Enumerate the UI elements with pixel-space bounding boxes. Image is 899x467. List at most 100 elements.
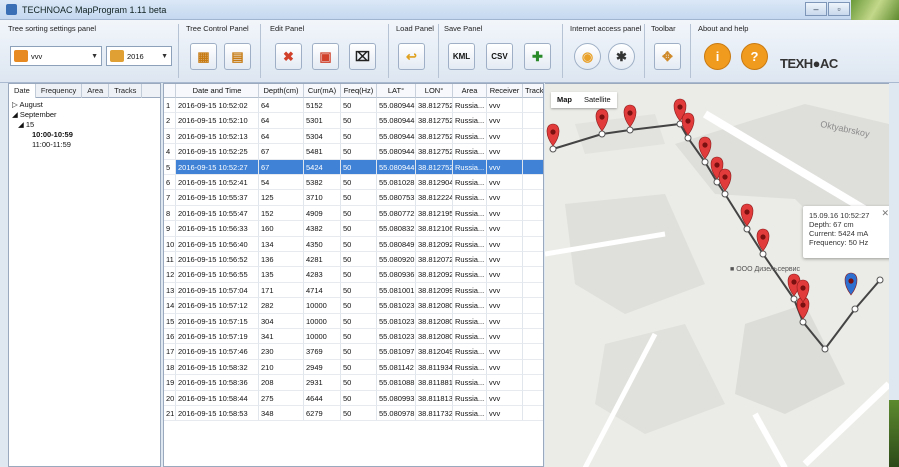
maximize-button[interactable]: ▫ xyxy=(828,2,850,16)
table-row[interactable]: 4 2016-09-15 10:52:25 67 5481 50 55.080944 38.… xyxy=(164,144,543,160)
table-cell: vvv xyxy=(487,128,523,145)
info-depth: Depth: 67 cm xyxy=(809,220,854,229)
map-marker-icon-dot xyxy=(599,114,605,120)
about-button[interactable]: i xyxy=(704,43,731,70)
tab-date[interactable]: Date xyxy=(9,84,36,98)
table-row[interactable]: 13 2016-09-15 10:57:04 171 4714 50 55.081001 3… xyxy=(164,282,543,299)
track-point xyxy=(759,250,767,258)
table-cell: 54 xyxy=(259,175,304,191)
year-value: 2016 xyxy=(127,51,144,61)
tab-frequency[interactable]: Frequency xyxy=(36,84,83,98)
column-header[interactable]: Freq(Hz) xyxy=(341,84,377,98)
tree-node[interactable]: 10:00-10:59 xyxy=(12,130,157,140)
table-cell: vvv xyxy=(487,282,523,299)
help-button[interactable]: ? xyxy=(741,43,768,70)
internet-settings-button[interactable]: ✱ xyxy=(608,43,635,70)
close-icon[interactable]: ✕ xyxy=(881,209,889,218)
add-point-button[interactable]: ✚ xyxy=(524,43,551,70)
table-cell: 2016-09-15 10:56:40 xyxy=(176,236,259,252)
table-row[interactable]: 10 2016-09-15 10:56:40 134 4350 50 55.080849 3… xyxy=(164,236,543,252)
table-row[interactable]: 12 2016-09-15 10:56:55 135 4283 50 55.080936 3… xyxy=(164,267,543,283)
map-type-map[interactable]: Map xyxy=(551,92,578,108)
table-row[interactable]: 2 2016-09-15 10:52:10 64 5301 50 55.080944 38.… xyxy=(164,113,543,129)
table-cell: 5304 xyxy=(304,128,341,145)
table-row[interactable]: 3 2016-09-15 10:52:13 64 5304 50 55.080944 38.… xyxy=(164,128,543,145)
table-row[interactable]: 7 2016-09-15 10:55:37 125 3710 50 55.080753 38… xyxy=(164,190,543,206)
table-cell: 50 xyxy=(341,375,377,391)
receiver-select[interactable]: vvv ▼ xyxy=(10,46,102,66)
tree-node[interactable]: ▷ August xyxy=(12,100,157,110)
table-row[interactable]: 21 2016-09-15 10:58:53 348 6279 50 55.080978 3… xyxy=(164,406,543,422)
poi-label: ■ ООО Дизельсервис xyxy=(730,266,801,273)
table-row[interactable]: 11 2016-09-15 10:56:52 136 4281 50 55.080920 3… xyxy=(164,252,543,268)
table-cell: Russia... xyxy=(453,375,487,391)
table-row[interactable]: 1 2016-09-15 10:52:02 64 5152 50 55.080944 38.… xyxy=(164,98,543,114)
table-row[interactable]: 18 2016-09-15 10:58:32 210 2949 50 55.081142 3… xyxy=(164,359,543,376)
column-header[interactable]: Receiver xyxy=(487,84,523,98)
map-marker-icon-dot xyxy=(744,209,750,215)
table-cell: Russia... xyxy=(453,252,487,268)
column-header[interactable]: LAT° xyxy=(377,84,416,98)
track-point xyxy=(821,345,829,353)
table-cell: 2016-09-15 10:52:02 xyxy=(176,98,259,114)
table-cell: 55.081023 xyxy=(377,298,416,314)
online-map-button[interactable]: ◉ xyxy=(574,43,601,70)
table-cell: vvv xyxy=(487,98,523,114)
table-row[interactable]: 16 2016-09-15 10:57:19 341 10000 50 55.081023… xyxy=(164,329,543,345)
desktop-background xyxy=(851,0,899,20)
column-header[interactable]: Trackl xyxy=(523,84,543,98)
table-row[interactable]: 19 2016-09-15 10:58:36 208 2931 50 55.081088 3… xyxy=(164,375,543,391)
column-header[interactable]: Date and Time xyxy=(176,84,259,98)
kml-icon: KML xyxy=(452,52,471,61)
table-cell: 50 xyxy=(341,221,377,237)
table-row[interactable]: 6 2016-09-15 10:52:41 54 5382 50 55.081028 38.… xyxy=(164,175,543,191)
tree-node[interactable]: ◢ 15 xyxy=(12,120,157,130)
column-header[interactable]: LON° xyxy=(416,84,453,98)
table-cell: 2949 xyxy=(304,359,341,376)
table-cell: Russia... xyxy=(453,236,487,252)
edit-track-button[interactable]: ⌧ xyxy=(349,43,376,70)
table-cell: 9 xyxy=(164,221,176,237)
table-cell: 50 xyxy=(341,236,377,252)
save-csv-button[interactable]: CSV xyxy=(486,43,513,70)
table-row[interactable]: 8 2016-09-15 10:55:47 152 4909 50 55.080772 38… xyxy=(164,205,543,222)
map-type-satellite[interactable]: Satellite xyxy=(578,92,617,108)
collapse-tree-button[interactable]: ▤ xyxy=(224,43,251,70)
table-row[interactable]: 15 2016-09-15 10:57:15 304 10000 50 55.081023… xyxy=(164,313,543,329)
toolbar-settings-button[interactable]: ✥ xyxy=(654,43,681,70)
measurement-table: Date and Time Depth(cm) Cur(mA) Freq(Hz) LAT… xyxy=(163,83,544,467)
table-row[interactable]: 5 2016-09-15 10:52:27 67 5424 50 55.080944 38.… xyxy=(164,159,543,175)
receiver-icon xyxy=(14,50,28,62)
table-row[interactable]: 14 2016-09-15 10:57:12 282 10000 50 55.081023… xyxy=(164,298,543,314)
table-row[interactable]: 9 2016-09-15 10:56:33 160 4382 50 55.080832 38… xyxy=(164,221,543,237)
table-row[interactable]: 20 2016-09-15 10:58:44 275 4644 50 55.080993 3… xyxy=(164,390,543,406)
table-cell: 38.811934 xyxy=(416,359,453,376)
table-cell: Russia... xyxy=(453,128,487,145)
minimize-button[interactable]: – xyxy=(805,2,827,16)
table-cell: 55.080993 xyxy=(377,390,416,406)
table-cell: 2016-09-15 10:56:55 xyxy=(176,267,259,283)
expand-tree-button[interactable]: ▦ xyxy=(190,43,217,70)
table-cell xyxy=(523,175,543,191)
column-header[interactable] xyxy=(164,84,176,98)
tree-node[interactable]: 11:00-11:59 xyxy=(12,140,157,150)
map-view[interactable]: Map Satellite Oktyabrskoy ■ ООО Дизельсе… xyxy=(545,83,889,467)
track-point xyxy=(626,126,634,134)
table-row[interactable]: 17 2016-09-15 10:57:46 230 3769 50 55.081097 3… xyxy=(164,344,543,360)
table-cell: Russia... xyxy=(453,205,487,222)
tree-node[interactable]: ◢ September xyxy=(12,110,157,120)
column-header[interactable]: Area xyxy=(453,84,487,98)
map-marker-icon-dot xyxy=(760,234,766,240)
tab-area[interactable]: Area xyxy=(82,84,110,98)
save-kml-button[interactable]: KML xyxy=(448,43,475,70)
load-button[interactable]: ↩ xyxy=(398,43,425,70)
year-select[interactable]: 2016 ▼ xyxy=(106,46,172,66)
column-header[interactable]: Depth(cm) xyxy=(259,84,304,98)
table-cell: 50 xyxy=(341,175,377,191)
delete-point-button[interactable]: ✖ xyxy=(275,43,302,70)
column-header[interactable]: Cur(mA) xyxy=(304,84,341,98)
table-cell: 38.812904 xyxy=(416,175,453,191)
delete-track-button[interactable]: ▣ xyxy=(312,43,339,70)
table-cell: Russia... xyxy=(453,329,487,345)
tab-tracks[interactable]: Tracks xyxy=(109,84,143,98)
